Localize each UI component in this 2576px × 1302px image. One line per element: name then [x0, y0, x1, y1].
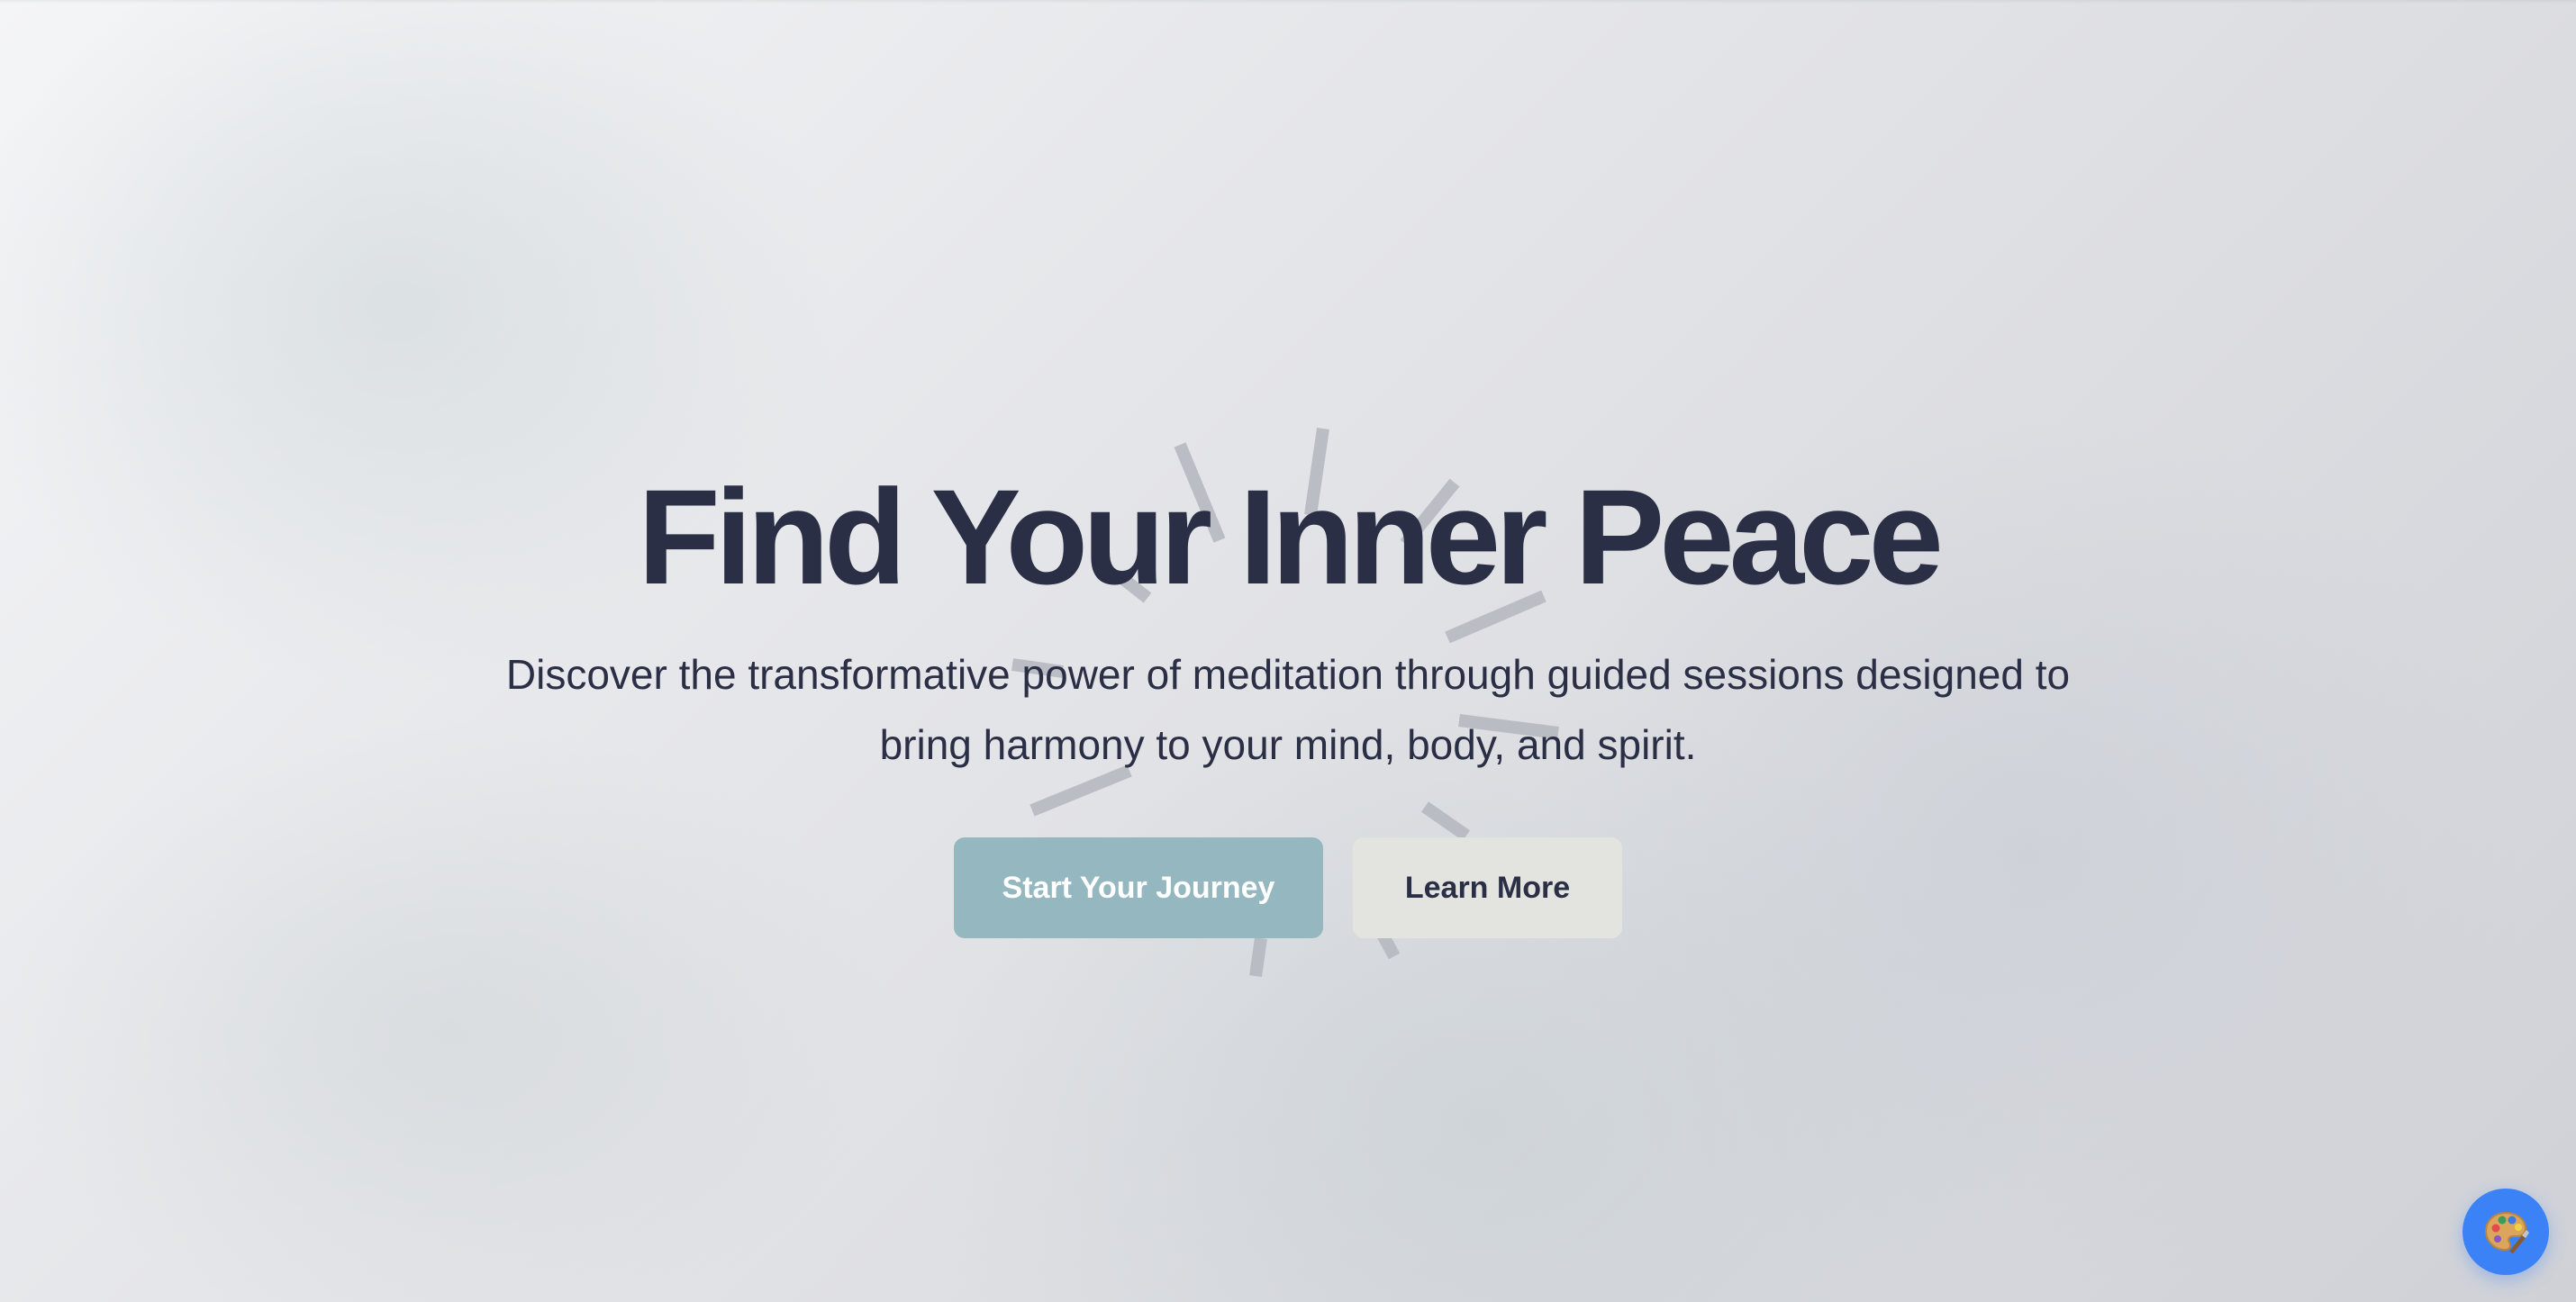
start-journey-button[interactable]: Start Your Journey: [954, 837, 1323, 938]
theme-palette-button[interactable]: [2463, 1189, 2549, 1275]
learn-more-button[interactable]: Learn More: [1353, 837, 1622, 938]
hero-title: Find Your Inner Peace: [638, 461, 1944, 612]
hero-subtitle: Discover the transformative power of med…: [505, 651, 2071, 768]
palette-icon: [2482, 1208, 2529, 1255]
hero-section: Find Your Inner Peace Discover the trans…: [0, 0, 2576, 1302]
